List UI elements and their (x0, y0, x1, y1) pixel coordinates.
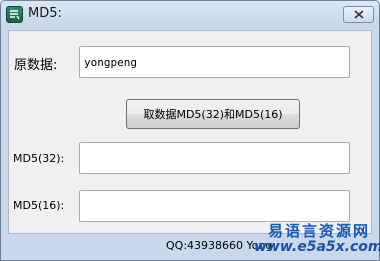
compute-md5-button[interactable]: 取数据MD5(32)和MD5(16) (126, 99, 300, 129)
source-data-label: 原数据: (14, 58, 58, 73)
window-title: MD5: (28, 6, 62, 21)
close-button[interactable] (343, 6, 374, 23)
watermark-url: www.e5a5x.com (254, 239, 380, 255)
title-bar[interactable]: MD5: (1, 1, 379, 28)
md5-16-output[interactable] (79, 190, 350, 222)
md5-16-label: MD5(16): (13, 199, 65, 212)
close-icon (354, 10, 364, 19)
watermark-site-name: 易语言资源网 (268, 222, 371, 240)
site-watermark: 易语言资源网 www.e5a5x.com (228, 220, 380, 260)
source-data-input[interactable] (79, 46, 350, 78)
md5-32-label: MD5(32): (13, 152, 65, 165)
client-area: 原数据: 取数据MD5(32)和MD5(16) MD5(32): MD5(16)… (8, 30, 372, 234)
app-logo-icon (6, 6, 23, 23)
md5-32-output[interactable] (79, 142, 350, 174)
